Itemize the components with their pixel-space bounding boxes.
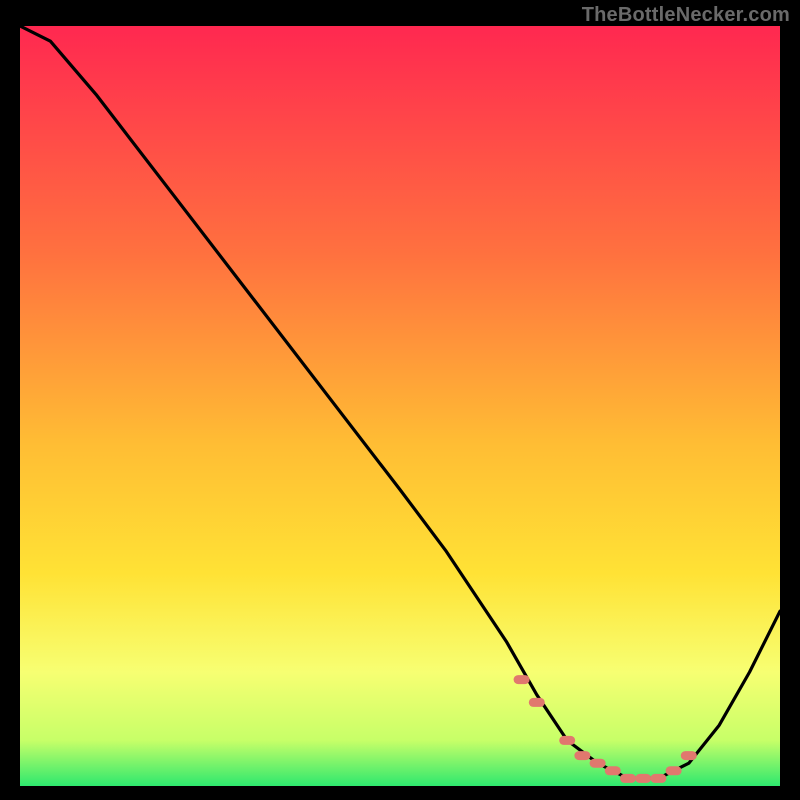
marker-point — [590, 759, 606, 768]
marker-point — [574, 751, 590, 760]
plot-area — [20, 26, 780, 786]
watermark-text: TheBottleNecker.com — [582, 4, 790, 27]
marker-point — [605, 766, 621, 775]
marker-point — [620, 774, 636, 783]
marker-point — [529, 698, 545, 707]
gradient-background — [20, 26, 780, 786]
marker-point — [666, 766, 682, 775]
marker-point — [559, 736, 575, 745]
chart-svg — [20, 26, 780, 786]
marker-point — [681, 751, 697, 760]
chart-root: TheBottleNecker.com — [0, 0, 800, 800]
marker-point — [650, 774, 666, 783]
marker-point — [635, 774, 651, 783]
marker-point — [514, 675, 530, 684]
